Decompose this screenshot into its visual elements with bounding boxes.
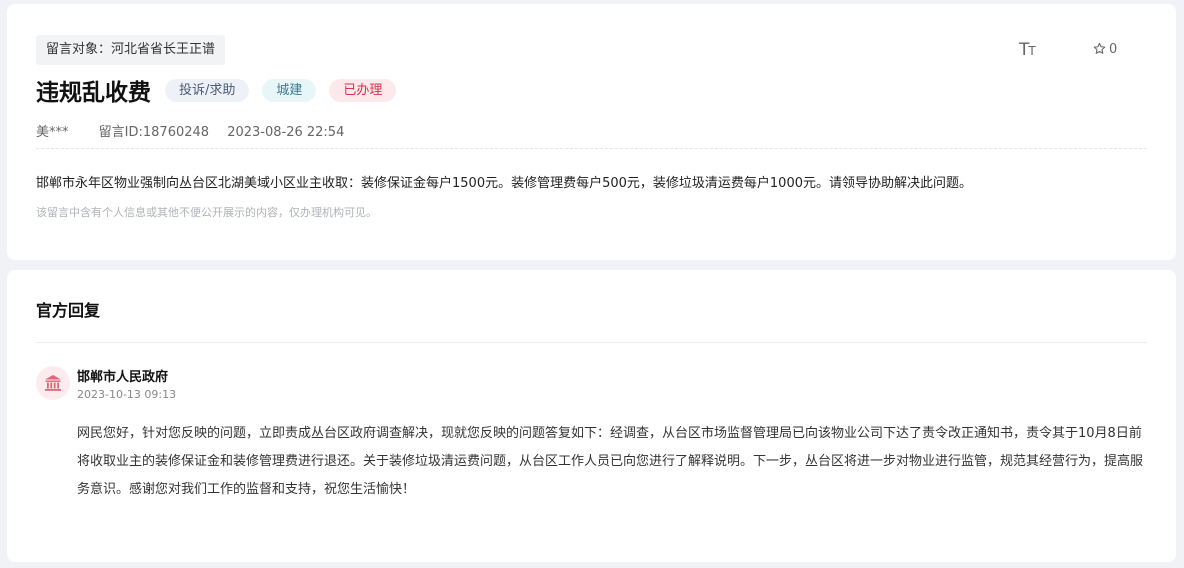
message-title: 违规乱收费 <box>36 80 151 106</box>
reply-heading: 官方回复 <box>36 301 101 320</box>
favorite-button[interactable]: 0 <box>1093 41 1117 59</box>
font-size-icon[interactable]: TT <box>1019 40 1036 61</box>
privacy-notice: 该留言中含有个人信息或其他不便公开展示的内容，仅办理机构可见。 <box>36 206 377 219</box>
status-badge: 已办理 <box>329 78 397 102</box>
divider <box>36 148 1147 149</box>
message-card: 留言对象：河北省省长王正谱 TT 0 违规乱收费 投诉/求助 城建 已办理 美*… <box>7 4 1176 260</box>
reply-timestamp: 2023-10-13 09:13 <box>77 388 177 401</box>
favorite-count: 0 <box>1109 42 1118 57</box>
message-meta: 美*** 留言ID:18760248 2023-08-26 22:54 <box>36 121 344 140</box>
message-id: 留言ID:18760248 <box>98 125 210 140</box>
author-name: 美*** <box>36 125 69 140</box>
message-target: 留言对象：河北省省长王正谱 <box>36 35 226 65</box>
responder-name: 邯郸市人民政府 <box>77 370 169 385</box>
message-content: 邯郸市永年区物业强制向丛台区北湖美域小区业主收取：装修保证金每户1500元。装修… <box>36 176 972 191</box>
star-icon <box>1093 42 1106 54</box>
official-reply-card: 官方回复 邯郸市人民政府 2023-10-13 09:13 网民您好，针对您反映… <box>7 270 1176 562</box>
message-timestamp: 2023-08-26 22:54 <box>227 125 345 140</box>
government-avatar <box>36 366 70 400</box>
reply-body: 网民您好，针对您反映的问题，立即责成丛台区政府调查解决，现就您反映的问题答复如下… <box>77 426 1144 497</box>
category-tag[interactable]: 投诉/求助 <box>165 78 250 102</box>
department-tag[interactable]: 城建 <box>262 78 317 102</box>
government-building-icon <box>45 375 61 391</box>
divider <box>36 342 1147 343</box>
title-row: 违规乱收费 投诉/求助 城建 已办理 <box>36 74 409 106</box>
